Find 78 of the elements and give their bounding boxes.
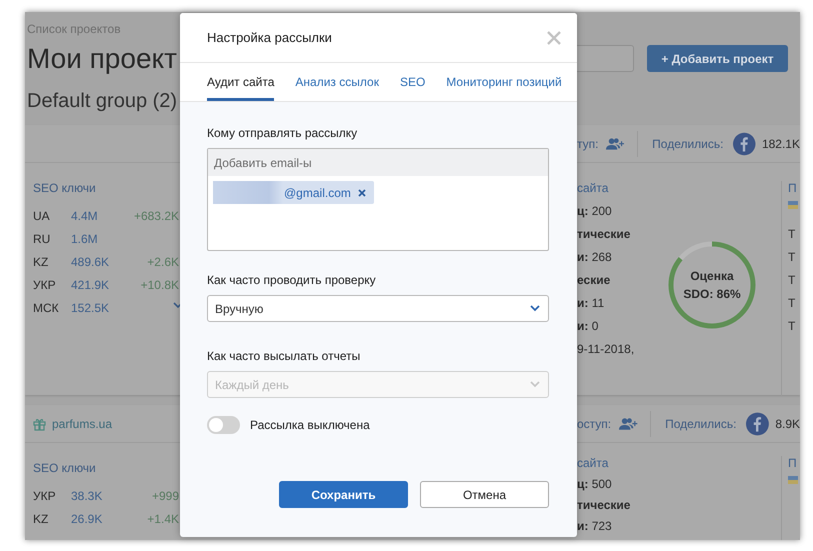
email-text: @gmail.com [284, 186, 351, 200]
side-text: Т [788, 296, 796, 312]
flag-icon [788, 201, 798, 209]
section-title: П [788, 181, 797, 197]
tab[interactable]: SEO [400, 66, 426, 101]
region-label: МСК [33, 300, 60, 314]
dialog-title: Настройка рассылки [207, 30, 332, 45]
score-label: Оценка [690, 269, 734, 283]
tab[interactable]: Анализ ссылок [295, 66, 379, 101]
keyword-count: 26.9K [71, 512, 104, 526]
tab[interactable]: Аудит сайта [207, 66, 274, 101]
field-label: Как часто высылать отчеты [207, 349, 360, 363]
add-user-icon[interactable] [606, 136, 626, 150]
section-title: SEO ключи [33, 461, 97, 475]
region-label: KZ [33, 512, 50, 526]
side-text: Т [788, 273, 796, 289]
frequency-select[interactable]: Вручную [207, 295, 549, 322]
page-title: Мои проект [27, 42, 177, 76]
side-text: Т [788, 319, 796, 335]
keyword-count: 38.3K [71, 488, 104, 502]
share-count: 8.9K [775, 416, 800, 430]
keyword-count: 489.6K [71, 254, 110, 268]
audit-text: еские [577, 273, 612, 289]
keyword-change: +2.6K [146, 254, 179, 268]
audit-text: и: 11 [577, 296, 606, 312]
close-icon[interactable] [547, 30, 561, 44]
audit-text: тические [577, 227, 632, 243]
audit-text: 9-11-2018, [577, 342, 636, 358]
chevron-down-icon [530, 381, 540, 388]
facebook-icon[interactable] [746, 412, 770, 436]
email-input[interactable]: Добавить email-ы [208, 149, 548, 176]
keyword-change: +1.4K [146, 512, 179, 526]
region-label: KZ [33, 254, 50, 268]
access-label: туп: [577, 136, 598, 150]
shared-label: Поделились: [665, 416, 736, 430]
add-project-button[interactable]: + Добавить проект [647, 45, 788, 72]
flag-icon [788, 476, 798, 484]
region-label: УКР [33, 278, 57, 292]
field-label: Кому отправлять рассылку [207, 126, 358, 140]
audit-text: и: 0 [577, 319, 600, 335]
shared-label: Поделились: [652, 136, 724, 150]
add-user-icon[interactable] [619, 416, 638, 430]
side-text: Т [788, 227, 796, 243]
region-label: RU [33, 232, 52, 246]
section-title: сайта [577, 456, 610, 472]
keyword-change: +999 [150, 488, 179, 502]
chevron-down-icon [530, 305, 540, 312]
share-count: 182.1K [762, 136, 800, 150]
tab[interactable]: Мониторинг позиций [446, 66, 562, 101]
audit-text: тические [577, 498, 632, 514]
keyword-count: 152.5K [71, 300, 110, 314]
keyword-count: 4.4M [71, 208, 99, 222]
keyword-count: 421.9K [71, 278, 110, 292]
section-title: сайта [577, 181, 610, 197]
section-title: П [788, 456, 797, 472]
region-label: УКР [33, 488, 57, 502]
field-label: Как часто проводить проверку [207, 273, 376, 287]
audit-text: ц: 200 [577, 204, 613, 220]
keyword-count: 1.6M [71, 232, 99, 246]
score-value: SDO: 86% [683, 287, 741, 301]
audit-text: и: 723 [577, 519, 613, 535]
save-button[interactable]: Сохранить [279, 481, 408, 508]
keyword-change: +683.2K [132, 208, 179, 222]
region-label: UA [33, 208, 51, 222]
cancel-button[interactable]: Отмена [420, 481, 549, 508]
access-label: оступ: [577, 416, 612, 430]
toggle-label: Рассылка выключена [250, 418, 370, 432]
remove-icon[interactable] [358, 188, 366, 196]
side-text: Т [788, 250, 796, 266]
group-title: Default group (2) [27, 90, 178, 113]
audit-text: ц: 500 [577, 477, 613, 493]
gift-icon [33, 416, 46, 430]
search-field[interactable] [577, 45, 634, 72]
audit-text: и: 268 [577, 250, 613, 266]
toggle-switch[interactable] [207, 416, 240, 434]
section-title: SEO ключи [33, 181, 97, 195]
facebook-icon[interactable] [733, 132, 756, 156]
keyword-change: +10.8K [140, 278, 179, 292]
